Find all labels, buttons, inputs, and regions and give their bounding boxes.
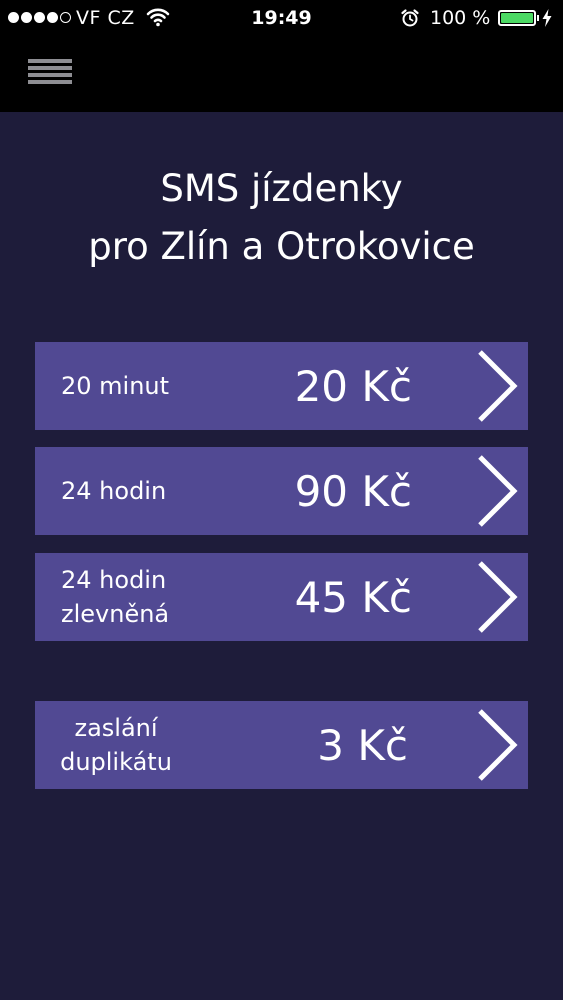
chevron-right-icon	[478, 350, 518, 422]
chevron-right-icon	[478, 455, 518, 527]
ticket-button-24-hodin[interactable]: 24 hodin 90 Kč	[35, 447, 528, 535]
signal-dot-empty	[60, 12, 71, 23]
signal-dot	[47, 12, 58, 23]
signal-dot	[34, 12, 45, 23]
app-screen: VF CZ 19:49 100 % SMS jízdenky pro Zlín …	[0, 0, 563, 1000]
duplicate-ticket-button[interactable]: zaslání duplikátu 3 Kč	[35, 701, 528, 789]
menu-line	[28, 80, 72, 84]
ticket-label: 24 hodin	[61, 477, 167, 505]
page-title-line2: pro Zlín a Otrokovice	[88, 225, 475, 268]
ticket-label: zaslání duplikátu	[60, 714, 172, 776]
hamburger-menu-icon[interactable]	[28, 59, 72, 85]
carrier-name: VF CZ	[76, 7, 135, 29]
ticket-price: 90 Kč	[294, 466, 412, 516]
menu-line	[28, 73, 72, 77]
signal-strength-icon	[8, 12, 71, 23]
ticket-button-20-minut[interactable]: 20 minut 20 Kč	[35, 342, 528, 430]
battery-percentage: 100 %	[430, 7, 491, 29]
chevron-right-icon	[478, 709, 518, 781]
ticket-price: 45 Kč	[294, 572, 412, 622]
signal-dot	[21, 12, 32, 23]
ticket-price: 20 Kč	[294, 361, 412, 411]
wifi-icon	[146, 7, 170, 32]
ticket-price: 3 Kč	[317, 720, 408, 770]
signal-dot	[8, 12, 19, 23]
status-time: 19:49	[251, 7, 312, 29]
ticket-label: 20 minut	[61, 372, 170, 400]
page-title: SMS jízdenky pro Zlín a Otrokovice	[0, 160, 563, 276]
status-bar: VF CZ 19:49 100 %	[0, 0, 563, 36]
navigation-bar	[0, 36, 563, 112]
charging-bolt-icon	[542, 9, 552, 32]
chevron-right-icon	[478, 561, 518, 633]
battery-tip	[537, 15, 539, 21]
page-title-line1: SMS jízdenky	[160, 167, 403, 210]
alarm-icon	[400, 8, 420, 33]
menu-line	[28, 66, 72, 70]
battery-level-fill	[501, 13, 533, 23]
ticket-button-24-hodin-zlevnena[interactable]: 24 hodin zlevněná 45 Kč	[35, 553, 528, 641]
menu-line	[28, 59, 72, 63]
battery-icon	[498, 10, 536, 26]
ticket-label: 24 hodin zlevněná	[61, 566, 170, 628]
